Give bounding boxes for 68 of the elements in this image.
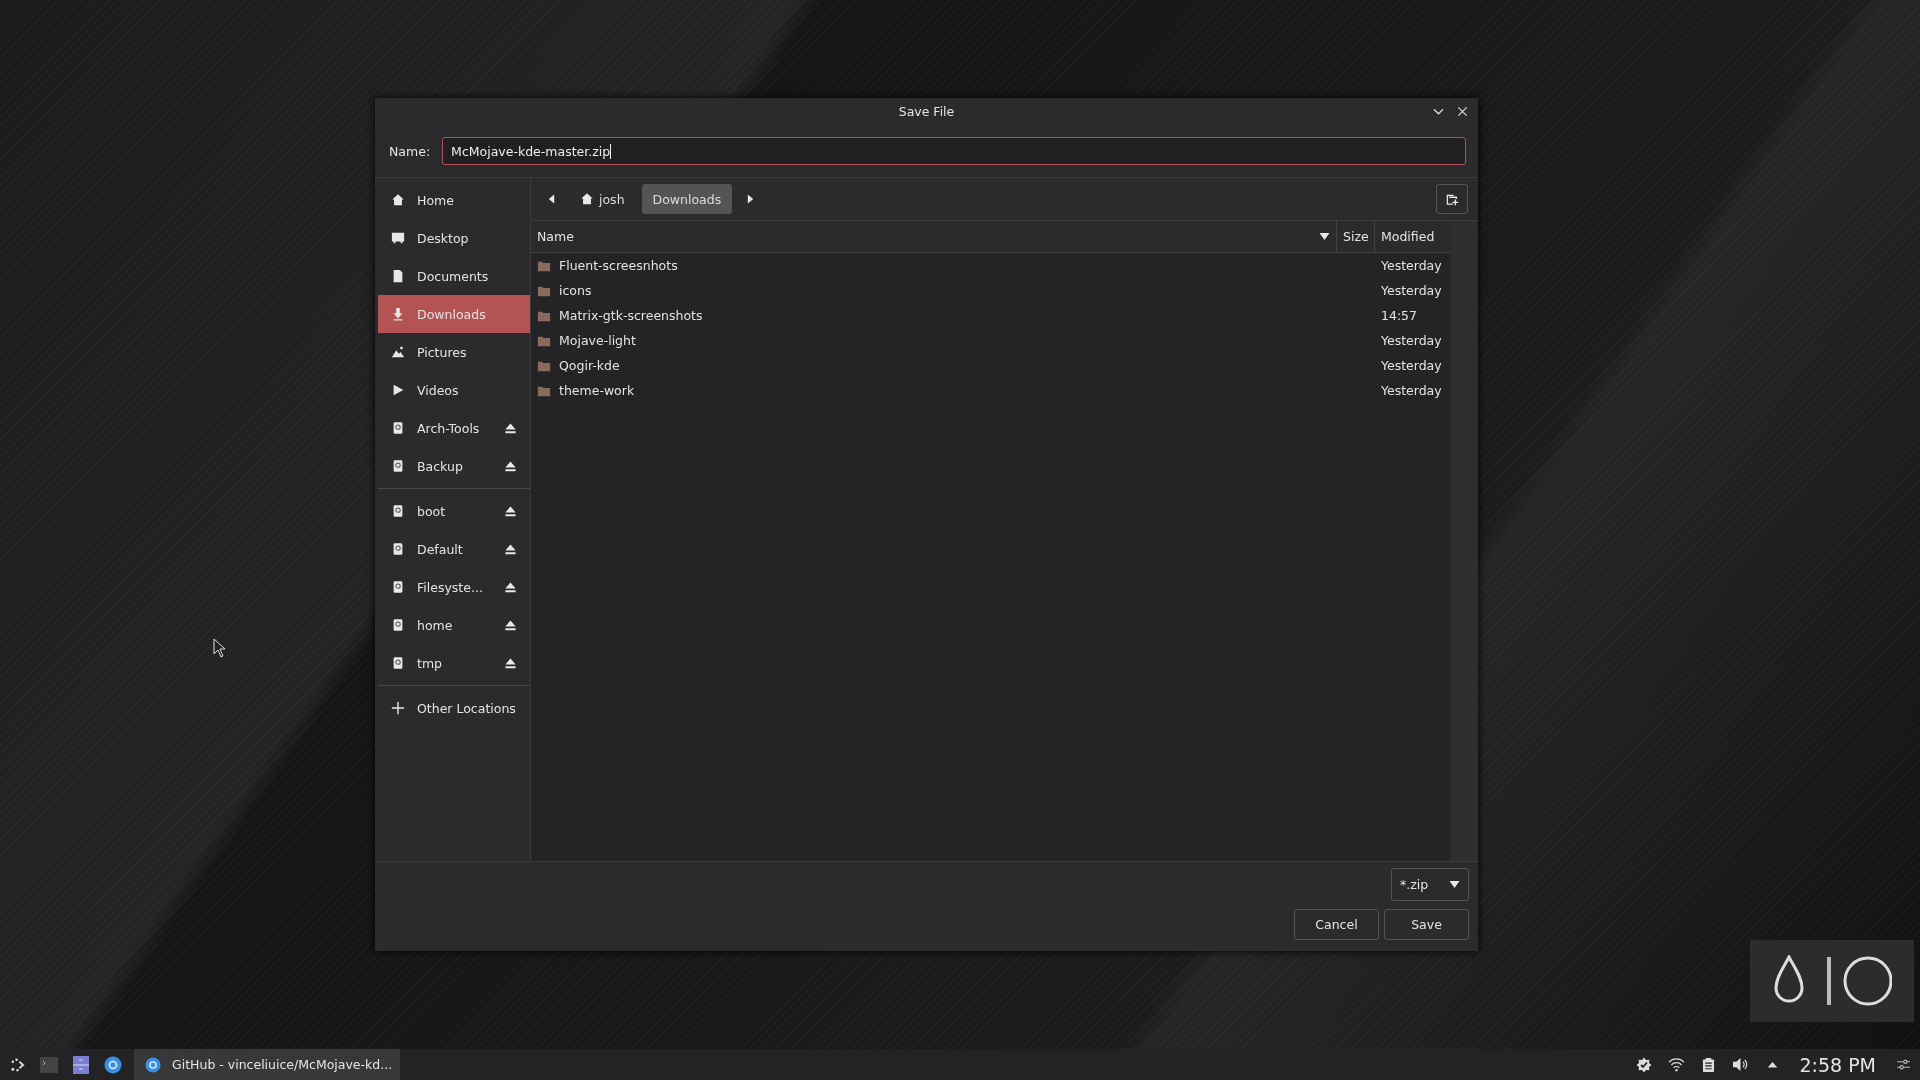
sidebar-item[interactable]: Home <box>378 181 530 219</box>
file-name-cell[interactable]: Mojave-light <box>531 333 1337 348</box>
drive-icon <box>391 580 405 594</box>
eject-icon[interactable] <box>504 656 517 670</box>
save-button[interactable]: Save <box>1384 909 1469 940</box>
drive-icon <box>391 421 405 435</box>
sidebar-item[interactable]: tmp <box>378 644 530 682</box>
new-folder-button[interactable] <box>1436 184 1468 214</box>
eject-icon[interactable] <box>504 421 517 435</box>
cancel-button[interactable]: Cancel <box>1294 909 1379 940</box>
column-header[interactable]: Size <box>1337 221 1375 252</box>
filename-input-field[interactable]: McMojave-kde-master.zip <box>442 137 1466 165</box>
download-icon <box>391 307 405 321</box>
sidebar-item[interactable]: Downloads <box>378 295 530 333</box>
left-arrow-icon <box>546 193 556 205</box>
right-arrow-icon <box>745 193 755 205</box>
sidebar-item[interactable]: Filesyste... <box>378 568 530 606</box>
eject-icon[interactable] <box>504 504 517 518</box>
drive-icon <box>391 542 405 556</box>
file-manager-icon[interactable] <box>70 1053 92 1076</box>
sidebar-item[interactable]: Videos <box>378 371 530 409</box>
modified-cell-text: Yesterday <box>1380 258 1443 273</box>
sidebar-item[interactable]: Backup <box>378 447 530 485</box>
column-header[interactable]: Modified <box>1375 221 1450 252</box>
drive-icon <box>391 504 405 518</box>
home-icon <box>391 193 405 207</box>
clock[interactable]: 2:58 PM <box>1799 1053 1876 1076</box>
desktop-icon <box>391 231 405 245</box>
sidebar-item[interactable]: boot <box>378 492 530 530</box>
column-header[interactable]: Name <box>531 221 1337 252</box>
sidebar-item[interactable]: Arch-Tools <box>378 409 530 447</box>
sidebar-item[interactable]: home <box>378 606 530 644</box>
modified-cell-text: Yesterday <box>1380 358 1443 373</box>
home-icon <box>580 192 594 206</box>
taskbar-task-button[interactable]: GitHub - vinceliuice/McMojave-kd... <box>134 1049 401 1080</box>
drive-icon <box>391 618 405 632</box>
eject-icon[interactable] <box>504 618 517 632</box>
new-folder-icon <box>1445 192 1459 206</box>
drive-icon <box>391 459 405 473</box>
sidebar-item[interactable]: Default <box>378 530 530 568</box>
modified-cell-text: Yesterday <box>1380 333 1443 348</box>
sidebar-item[interactable]: Other Locations <box>378 689 530 727</box>
file-name-cell[interactable]: Qogir-kde <box>531 358 1337 373</box>
eject-icon[interactable] <box>504 580 517 594</box>
plus-icon <box>391 701 405 715</box>
sidebar-item[interactable]: Pictures <box>378 333 530 371</box>
drive-icon <box>391 656 405 670</box>
play-icon <box>391 383 405 397</box>
window-title: Save File <box>898 103 955 119</box>
modified-cell-text: Yesterday <box>1380 283 1443 298</box>
mouse-cursor-icon <box>213 638 227 658</box>
file-name-cell[interactable]: icons <box>531 283 1337 298</box>
pictures-icon <box>391 345 405 359</box>
name-label: Name: <box>389 143 431 159</box>
eject-icon[interactable] <box>504 459 517 473</box>
modified-cell-text: Yesterday <box>1380 383 1443 398</box>
file-name-cell[interactable]: Matrix-gtk-screenshots <box>531 308 1337 323</box>
file-type-dropdown[interactable]: *.zip <box>1391 868 1469 901</box>
sidebar-item[interactable]: Documents <box>378 257 530 295</box>
document-icon <box>391 269 405 283</box>
path-button[interactable]: Downloads <box>641 184 733 214</box>
path-button[interactable]: josh <box>569 184 636 214</box>
dropdown-arrow-icon <box>1449 880 1460 889</box>
file-name-cell[interactable]: theme-work <box>531 383 1337 398</box>
modified-cell-text: 14:57 <box>1380 308 1419 323</box>
eject-icon[interactable] <box>504 542 517 556</box>
sidebar-item[interactable]: Desktop <box>378 219 530 257</box>
file-name-cell[interactable]: Fluent-screesnhots <box>531 258 1337 273</box>
